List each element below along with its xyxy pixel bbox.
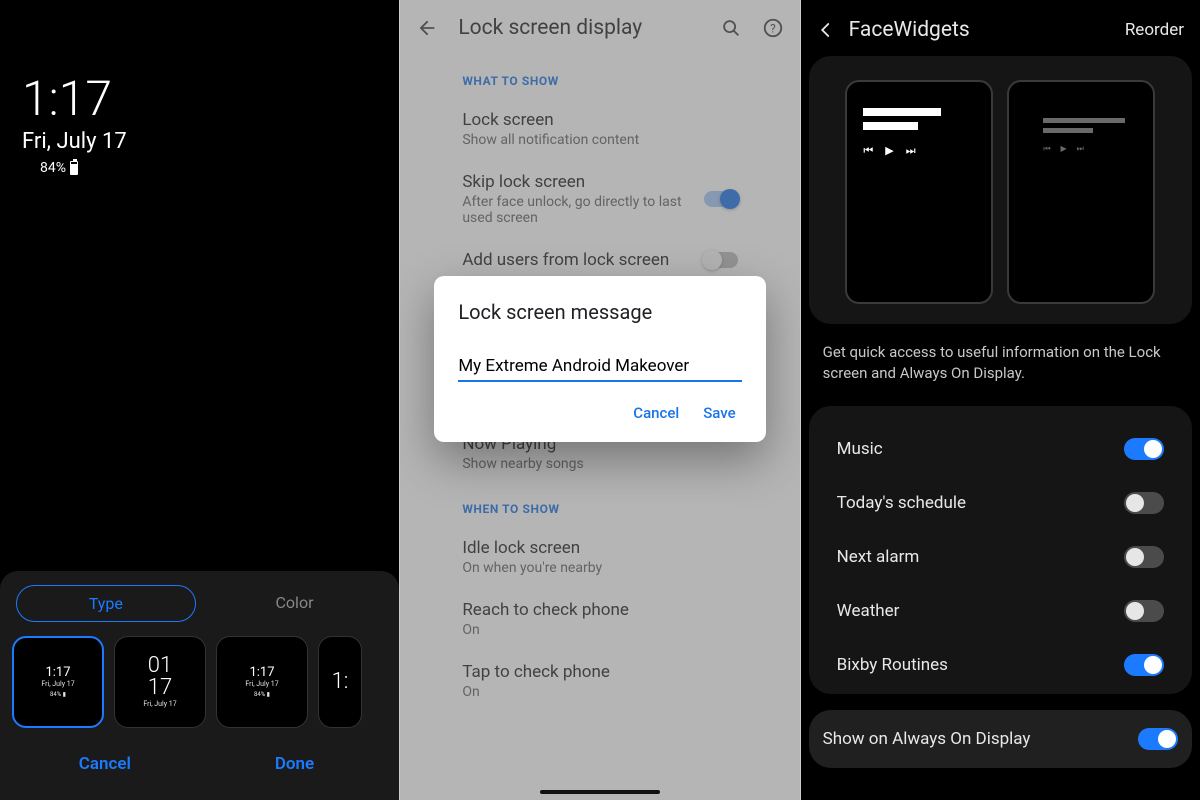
toggle-weather[interactable] <box>1124 600 1164 622</box>
facewidgets-list: Music Today's schedule Next alarm Weathe… <box>809 406 1192 694</box>
facewidgets-card: ⏮ ▶ ⏭ ⏮▶⏭ <box>809 56 1192 324</box>
toggle-schedule[interactable] <box>1124 492 1164 514</box>
dialog-title: Lock screen message <box>458 300 741 324</box>
toggle-music[interactable] <box>1124 438 1164 460</box>
lock-message-input[interactable] <box>458 352 741 382</box>
style-segment: Type Color <box>10 585 389 636</box>
toggle-aod[interactable] <box>1138 728 1178 750</box>
facewidgets-header: FaceWidgets Reorder <box>801 0 1200 52</box>
facewidgets-description: Get quick access to useful information o… <box>801 328 1200 402</box>
battery-icon <box>70 161 78 175</box>
preview-pair: ⏮ ▶ ⏭ ⏮▶⏭ <box>823 72 1178 322</box>
media-controls-icon: ⏮ ▶ ⏭ <box>863 144 915 158</box>
item-music[interactable]: Music <box>823 422 1178 476</box>
toggle-bixby[interactable] <box>1124 654 1164 676</box>
prev-icon: ⏮ <box>863 144 873 158</box>
item-weather[interactable]: Weather <box>823 584 1178 638</box>
battery-percent: 84% <box>40 160 66 176</box>
reorder-button[interactable]: Reorder <box>1125 20 1184 40</box>
play-icon: ▶ <box>885 144 893 158</box>
back-icon[interactable] <box>817 21 835 39</box>
item-bixby-routines[interactable]: Bixby Routines <box>823 638 1178 692</box>
clock-thumb-1[interactable]: 1:17 Fri, July 17 84% ▮ <box>12 636 104 728</box>
segment-color[interactable]: Color <box>206 585 384 622</box>
clock-thumb-3[interactable]: 1:17 Fri, July 17 84% ▮ <box>216 636 308 728</box>
toggle-next-alarm[interactable] <box>1124 546 1164 568</box>
preview-lockscreen: ⏮ ▶ ⏭ <box>845 80 993 304</box>
next-icon: ⏭ <box>906 144 916 158</box>
segment-type[interactable]: Type <box>16 585 196 622</box>
preview-aod: ⏮▶⏭ <box>1007 80 1155 304</box>
battery-indicator: 84% <box>40 160 78 176</box>
clock-date: Fri, July 17 <box>22 129 127 154</box>
editor-actions: Cancel Done <box>10 744 389 784</box>
clock-style-editor: Type Color 1:17 Fri, July 17 84% ▮ 01 17… <box>0 571 399 800</box>
clock-style-thumbs: 1:17 Fri, July 17 84% ▮ 01 17 Fri, July … <box>10 636 389 744</box>
lock-clock: 1:17 Fri, July 17 <box>22 70 127 154</box>
clock-time: 1:17 <box>22 70 127 127</box>
item-schedule[interactable]: Today's schedule <box>823 476 1178 530</box>
done-button[interactable]: Done <box>200 744 390 784</box>
item-next-alarm[interactable]: Next alarm <box>823 530 1178 584</box>
lock-screen-message-dialog: Lock screen message Cancel Save <box>434 276 765 442</box>
dialog-save-button[interactable]: Save <box>703 404 735 422</box>
row-show-on-aod[interactable]: Show on Always On Display <box>809 710 1192 768</box>
gesture-home-bar[interactable] <box>540 790 660 794</box>
media-controls-dim-icon: ⏮▶⏭ <box>1043 144 1084 154</box>
clock-thumb-2[interactable]: 01 17 Fri, July 17 <box>114 636 206 728</box>
cancel-button[interactable]: Cancel <box>10 744 200 784</box>
clock-thumb-4[interactable]: 1: <box>318 636 362 728</box>
dialog-cancel-button[interactable]: Cancel <box>633 404 679 422</box>
page-title: FaceWidgets <box>849 18 1111 42</box>
